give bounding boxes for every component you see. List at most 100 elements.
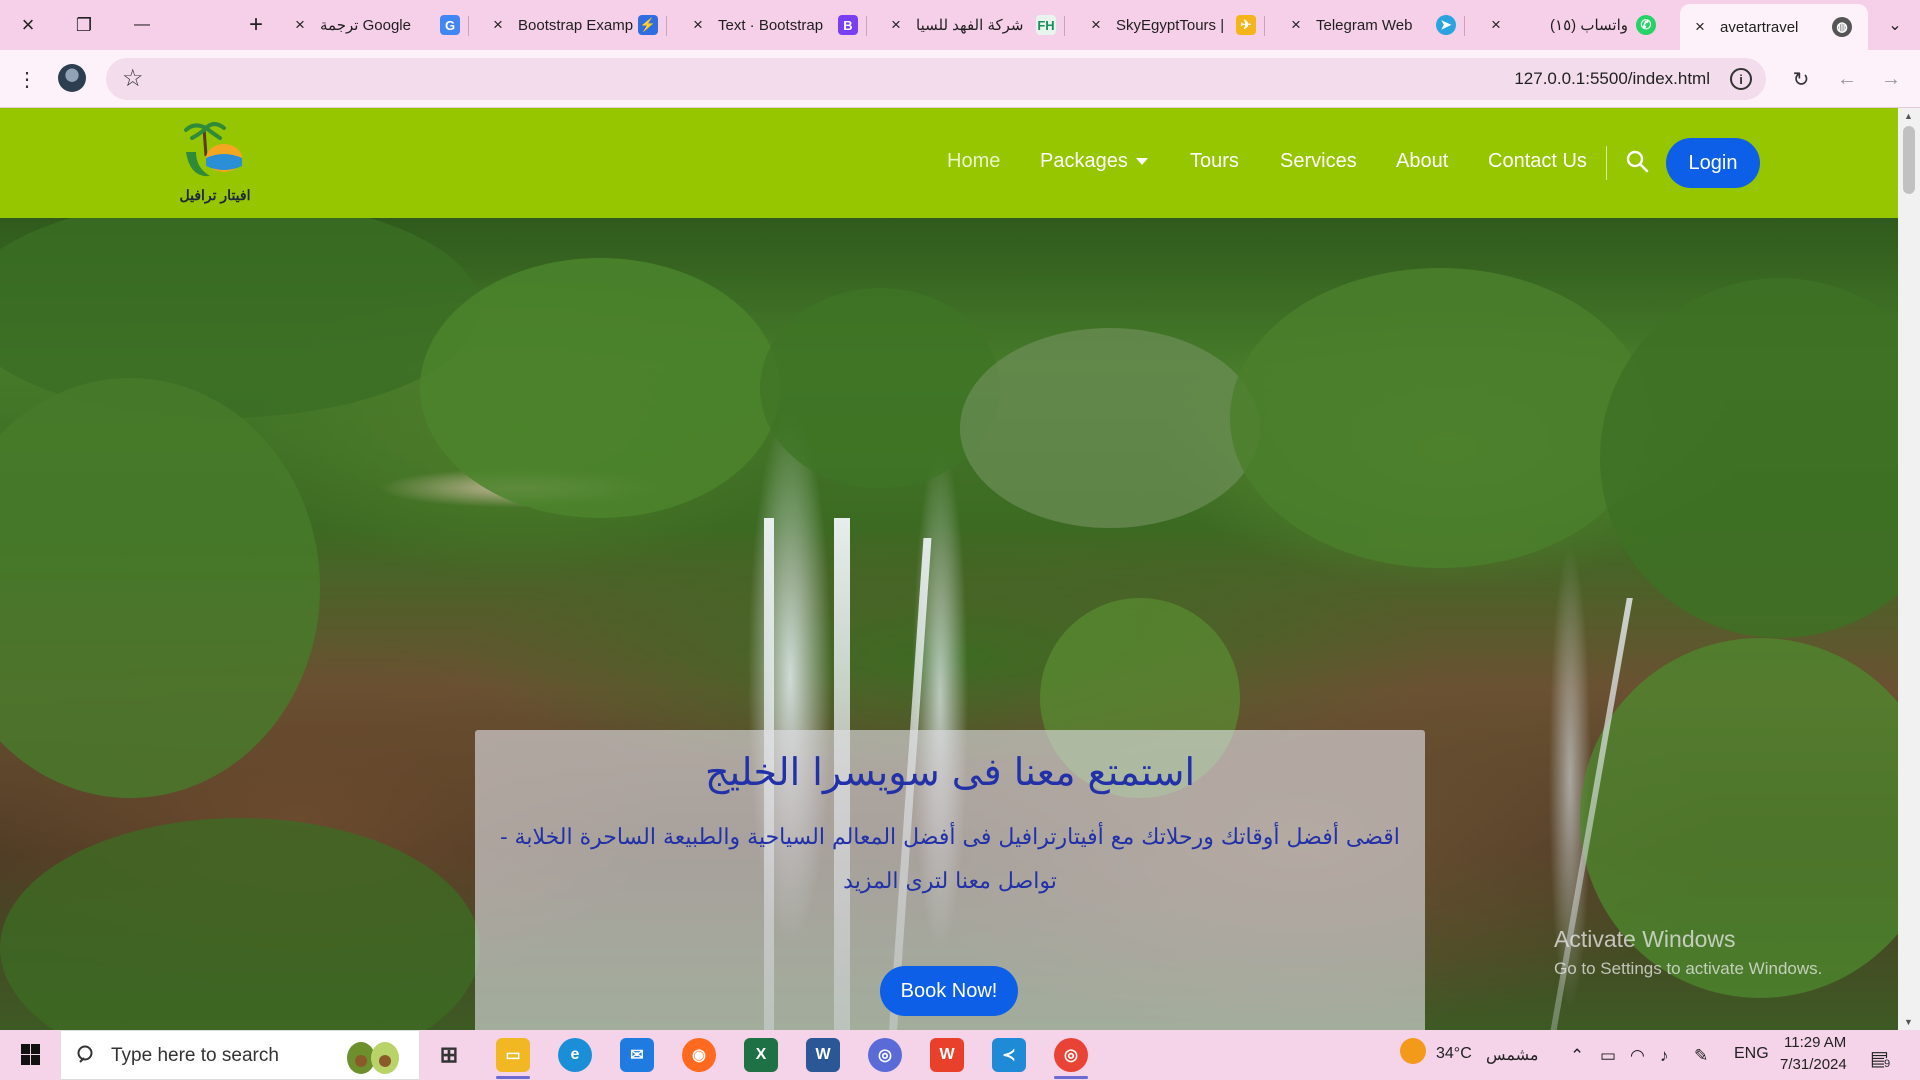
firefox-icon[interactable]: ◉ [682, 1038, 716, 1072]
book-now-button[interactable]: Book Now! [880, 966, 1018, 1016]
whatsapp-icon: ✆ [1636, 15, 1656, 35]
window-restore-button[interactable]: ❐ [56, 0, 112, 50]
hero-card: استمتع معنا فى سويسرا الخليج اقضى أفضل أ… [475, 730, 1425, 1030]
watermark-subtitle: Go to Settings to activate Windows. [1554, 959, 1823, 978]
chrome-alt-icon[interactable]: ◎ [868, 1038, 902, 1072]
wps-icon[interactable]: W [930, 1038, 964, 1072]
chrome-icon[interactable]: ◎ [1054, 1038, 1088, 1072]
weather-icon[interactable] [1400, 1038, 1426, 1064]
tab-close-icon[interactable]: × [1084, 15, 1108, 35]
nav-divider [1606, 146, 1607, 180]
site-info-icon[interactable]: i [1730, 68, 1752, 90]
tab-close-icon[interactable]: × [1484, 15, 1508, 35]
tab-title: SkyEgyptTours | [1116, 16, 1225, 34]
clock-date[interactable]: 7/31/2024 [1780, 1056, 1847, 1073]
menu-kebab-icon[interactable]: ⋮ [10, 62, 44, 96]
tab-avetartravel[interactable]: × avetartravel ◍ [1680, 4, 1868, 50]
nav-about[interactable]: About [1396, 150, 1448, 173]
excel-icon[interactable]: X [744, 1038, 778, 1072]
tab-bootstrap-examples[interactable]: × Bootstrap Examp ⚡ [486, 4, 667, 46]
palm-logo-icon [184, 122, 242, 177]
profile-avatar[interactable] [58, 64, 86, 92]
new-tab-button[interactable]: + [228, 0, 284, 50]
tab-close-icon[interactable]: × [686, 15, 710, 35]
scroll-down-icon[interactable]: ▼ [1904, 1017, 1913, 1027]
windows-start-icon[interactable] [10, 1040, 50, 1070]
window-close-button[interactable]: × [0, 0, 56, 50]
battery-icon[interactable]: ▭ [1600, 1046, 1616, 1066]
tab-bootstrap-text[interactable]: × Text · Bootstrap B [686, 4, 867, 46]
nav-services[interactable]: Services [1280, 150, 1357, 173]
avocado-search-highlight-icon [347, 1042, 399, 1074]
tab-close-icon[interactable]: × [486, 15, 510, 35]
hero-title: استمتع معنا فى سويسرا الخليج [704, 750, 1196, 794]
taskbar-search[interactable]: Type here to search [60, 1030, 420, 1080]
pen-icon[interactable]: ✎ [1694, 1046, 1708, 1066]
tab-close-icon[interactable]: × [288, 15, 312, 35]
search-icon[interactable] [1624, 148, 1652, 176]
tab-close-icon[interactable]: × [1284, 15, 1308, 35]
nav-contact[interactable]: Contact Us [1488, 150, 1587, 173]
nav-packages[interactable]: Packages [1040, 150, 1148, 173]
tab-title: ترجمة Google [320, 17, 411, 34]
tab-title: Bootstrap Examp [518, 16, 634, 34]
google-translate-icon: G [440, 15, 460, 35]
mail-icon[interactable]: ✉ [620, 1038, 654, 1072]
tab-strip: × ❐ — + × ترجمة Google G × Bootstrap Exa… [0, 0, 1920, 50]
bookmark-star-icon[interactable]: ☆ [122, 64, 144, 93]
tab-skyegypt[interactable]: × SkyEgyptTours | ✈ [1084, 4, 1265, 46]
hero-subtitle: اقضى أفضل أوقاتك ورحلاتك مع أفيتارترافيل… [500, 825, 1400, 894]
tab-telegram[interactable]: × Telegram Web ➤ [1284, 4, 1465, 46]
globe-icon: ◍ [1832, 17, 1852, 37]
tab-title: avetartravel [1720, 18, 1799, 36]
clock-time[interactable]: 11:29 AM [1784, 1034, 1846, 1051]
page-scrollbar[interactable]: ▲ ▼ [1898, 108, 1920, 1030]
telegram-icon: ➤ [1436, 15, 1456, 35]
site-navbar: افيتار ترافيل Home Packages Tours Servic… [0, 108, 1898, 218]
forward-icon[interactable]: → [1874, 62, 1908, 96]
tab-close-icon[interactable]: × [1688, 17, 1712, 37]
language-indicator[interactable]: ENG [1734, 1045, 1769, 1063]
nav-packages-label: Packages [1040, 150, 1128, 172]
hero-section: استمتع معنا فى سويسرا الخليج اقضى أفضل أ… [0, 218, 1898, 1030]
weather-temp[interactable]: 34°C [1436, 1045, 1472, 1063]
volume-icon[interactable]: ♪ [1660, 1046, 1669, 1066]
window-minimize-button[interactable]: — [114, 0, 170, 50]
caret-down-icon [1135, 158, 1148, 166]
word-icon[interactable]: W [806, 1038, 840, 1072]
file-explorer-icon[interactable]: ▭ [496, 1038, 530, 1072]
tab-alfahd[interactable]: × شركة الفهد للسيا FH [884, 4, 1065, 46]
weather-label[interactable]: مشمس [1486, 1045, 1539, 1065]
logo-text: افيتار ترافيل [179, 187, 251, 203]
wifi-icon[interactable]: ◠ [1630, 1046, 1645, 1066]
taskbar: Type here to search ⊞ ▭ e ✉ ◉ X W ◎ W ≺ … [0, 1030, 1920, 1080]
site-logo[interactable]: افيتار ترافيل [170, 122, 260, 204]
nav-tours[interactable]: Tours [1190, 150, 1239, 173]
reload-icon[interactable]: ↻ [1784, 62, 1818, 96]
vscode-icon[interactable]: ≺ [992, 1038, 1026, 1072]
scroll-up-icon[interactable]: ▲ [1904, 111, 1913, 121]
tab-search-chevron-icon[interactable]: ⌄ [1870, 0, 1920, 50]
activate-windows-watermark: Activate Windows Go to Settings to activ… [1554, 926, 1822, 979]
nav-home[interactable]: Home [947, 150, 1000, 173]
edge-icon[interactable]: e [558, 1038, 592, 1072]
fh-icon: FH [1036, 15, 1056, 35]
tab-title: (١٥) واتساب [1550, 17, 1628, 34]
taskbar-search-placeholder[interactable]: Type here to search [111, 1045, 279, 1067]
browser-toolbar: ⋮ ☆ 127.0.0.1:5500/index.html i ↻ ← → [0, 50, 1920, 108]
tab-google-translate[interactable]: × ترجمة Google G [288, 4, 469, 46]
url-text[interactable]: 127.0.0.1:5500/index.html [1514, 69, 1710, 89]
back-icon[interactable]: ← [1830, 62, 1864, 96]
watermark-title: Activate Windows [1554, 926, 1736, 952]
tray-chevron-icon[interactable]: ⌃ [1570, 1046, 1584, 1066]
page-viewport: استمتع معنا فى سويسرا الخليج اقضى أفضل أ… [0, 108, 1898, 1030]
tab-title: Text · Bootstrap [718, 16, 824, 34]
tab-whatsapp[interactable]: × (١٥) واتساب ✆ [1484, 4, 1664, 46]
notifications-count: 9 [1884, 1058, 1891, 1070]
skyegypt-icon: ✈ [1236, 15, 1256, 35]
task-view-icon[interactable]: ⊞ [432, 1038, 466, 1072]
scrollbar-thumb[interactable] [1903, 126, 1915, 194]
address-bar[interactable]: ☆ 127.0.0.1:5500/index.html i [106, 58, 1766, 100]
login-button[interactable]: Login [1666, 138, 1760, 188]
tab-close-icon[interactable]: × [884, 15, 908, 35]
